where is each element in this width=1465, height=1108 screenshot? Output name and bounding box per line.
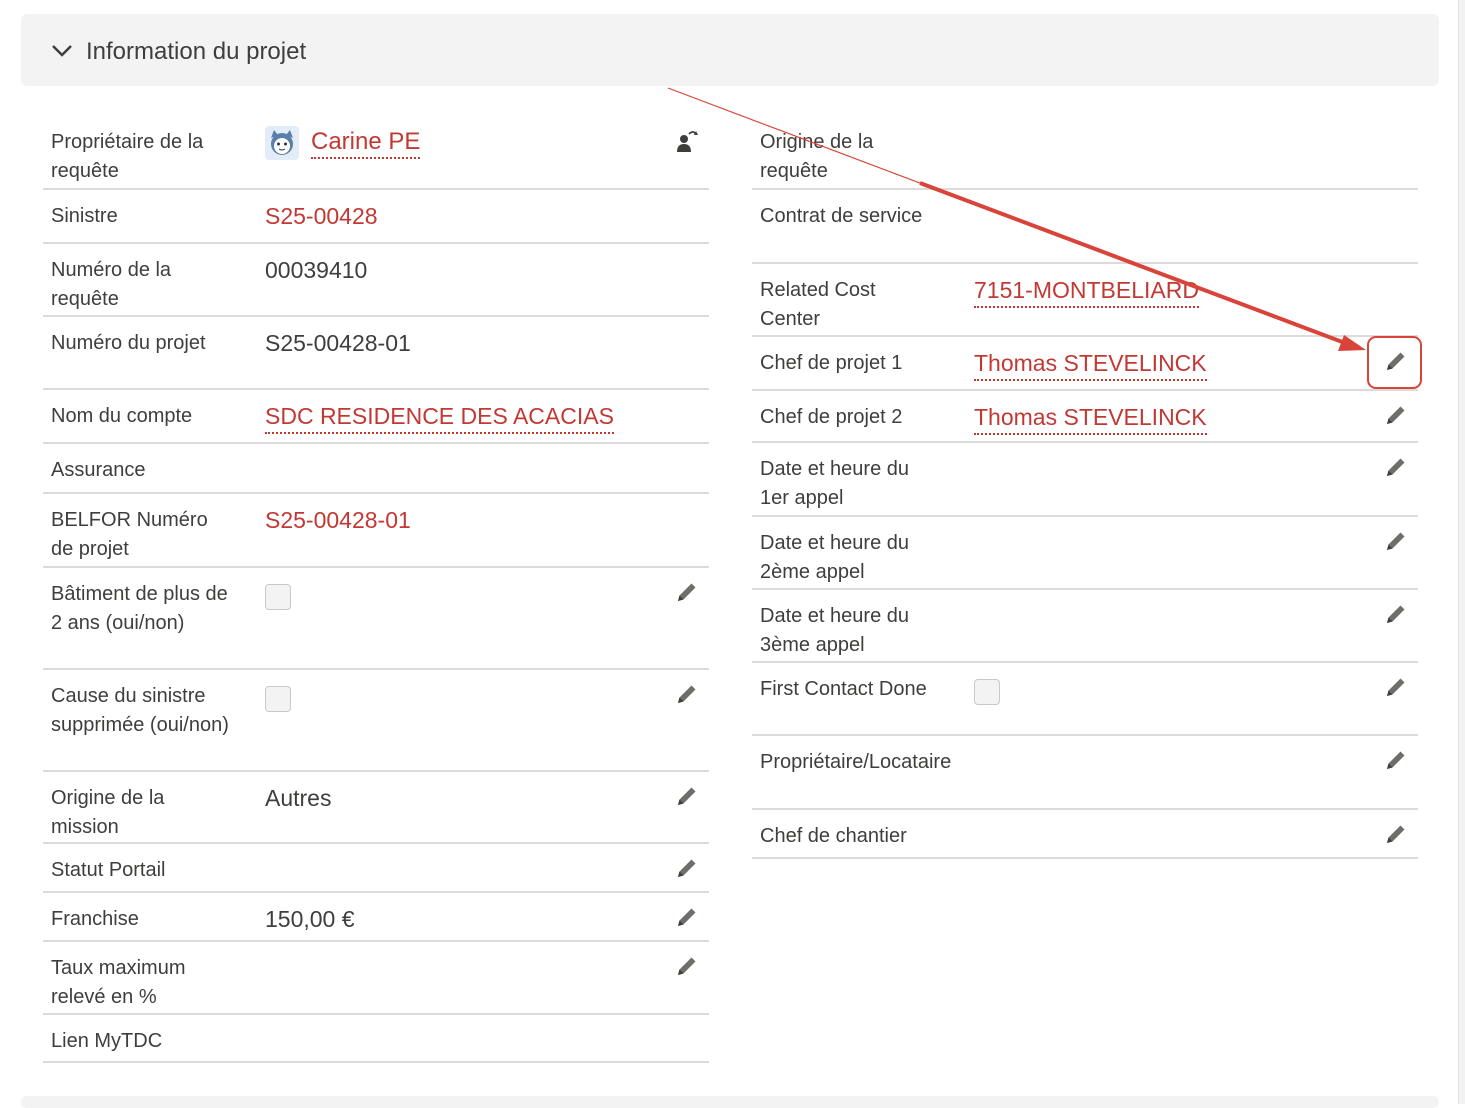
annotation-highlight-box <box>1367 336 1422 389</box>
annotation-arrow <box>667 87 1366 351</box>
